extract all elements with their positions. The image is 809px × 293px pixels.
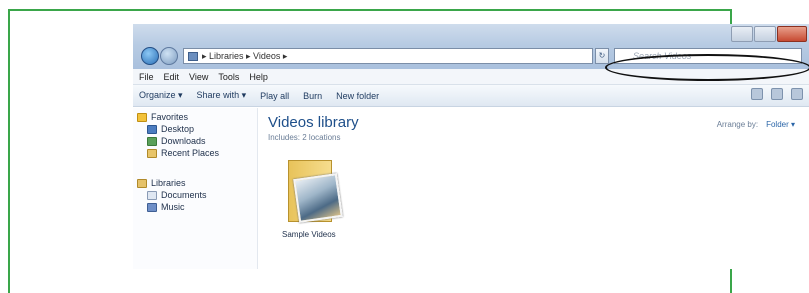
downloads-icon: [147, 136, 157, 146]
desktop-icon: [147, 124, 157, 134]
menu-help[interactable]: Help: [249, 72, 268, 82]
close-button[interactable]: [777, 26, 807, 42]
back-button[interactable]: [141, 47, 159, 65]
video-thumbnail: [293, 173, 343, 223]
burn-button[interactable]: Burn: [303, 91, 322, 101]
refresh-button[interactable]: ↻: [595, 48, 609, 64]
nav-desktop[interactable]: Desktop: [147, 124, 194, 134]
music-icon: [147, 202, 157, 212]
view-controls: [751, 88, 803, 100]
play-all-button[interactable]: Play all: [260, 91, 289, 101]
nav-favorites-label: Favorites: [151, 112, 189, 122]
nav-downloads[interactable]: Downloads: [147, 136, 206, 146]
nav-music[interactable]: Music: [147, 202, 185, 212]
nav-libraries[interactable]: Libraries: [137, 178, 186, 188]
arrange-by-label: Arrange by:: [716, 120, 759, 129]
explorer-window: ▸ Libraries ▸ Videos ▸ ↻ Search Videos F…: [133, 24, 809, 269]
content-pane: Videos library Includes: 2 locations Arr…: [258, 108, 809, 269]
minimize-button[interactable]: [731, 26, 753, 42]
nav-documents[interactable]: Documents: [147, 190, 207, 200]
folder-label[interactable]: Sample Videos: [282, 230, 336, 239]
library-locations[interactable]: Includes: 2 locations: [268, 133, 341, 142]
nav-libraries-label: Libraries: [151, 178, 186, 188]
address-bar[interactable]: ▸ Libraries ▸ Videos ▸: [183, 48, 593, 64]
menu-edit[interactable]: Edit: [164, 72, 180, 82]
nav-recent-label: Recent Places: [161, 148, 220, 158]
nav-recent-places[interactable]: Recent Places: [147, 148, 219, 158]
arrange-by-dropdown[interactable]: Folder ▾: [766, 120, 795, 129]
arrange-by: Arrange by: Folder ▾: [717, 120, 795, 129]
organize-button[interactable]: Organize ▾: [139, 90, 183, 101]
forward-button[interactable]: [160, 47, 178, 65]
address-path: ▸ Libraries ▸ Videos ▸: [202, 50, 288, 61]
recent-places-icon: [147, 148, 157, 158]
nav-documents-label: Documents: [161, 190, 207, 200]
frame-top-border: [8, 9, 732, 11]
window-controls: [731, 26, 807, 42]
menu-tools[interactable]: Tools: [218, 72, 239, 82]
nav-music-label: Music: [161, 202, 185, 212]
star-icon: [137, 112, 147, 122]
documents-icon: [147, 190, 157, 200]
library-icon: [188, 51, 198, 61]
nav-downloads-label: Downloads: [161, 136, 206, 146]
new-folder-button[interactable]: New folder: [336, 91, 379, 101]
nav-desktop-label: Desktop: [161, 124, 195, 134]
share-with-button[interactable]: Share with ▾: [197, 90, 247, 101]
change-view-icon[interactable]: [751, 88, 763, 100]
search-highlight-ellipse: [605, 54, 809, 81]
menu-view[interactable]: View: [189, 72, 208, 82]
sample-videos-folder[interactable]: [288, 160, 343, 223]
command-bar: Organize ▾ Share with ▾ Play all Burn Ne…: [133, 85, 809, 107]
nav-favorites[interactable]: Favorites: [137, 112, 188, 122]
menu-file[interactable]: File: [139, 72, 154, 82]
frame-right-border-bottom: [730, 266, 732, 293]
help-icon[interactable]: [791, 88, 803, 100]
maximize-button[interactable]: [754, 26, 776, 42]
preview-pane-icon[interactable]: [771, 88, 783, 100]
navigation-pane: Favorites Desktop Downloads Recent Place…: [133, 108, 258, 269]
libraries-icon: [137, 178, 147, 188]
library-title: Videos library: [268, 114, 359, 131]
frame-left-border: [8, 9, 10, 293]
